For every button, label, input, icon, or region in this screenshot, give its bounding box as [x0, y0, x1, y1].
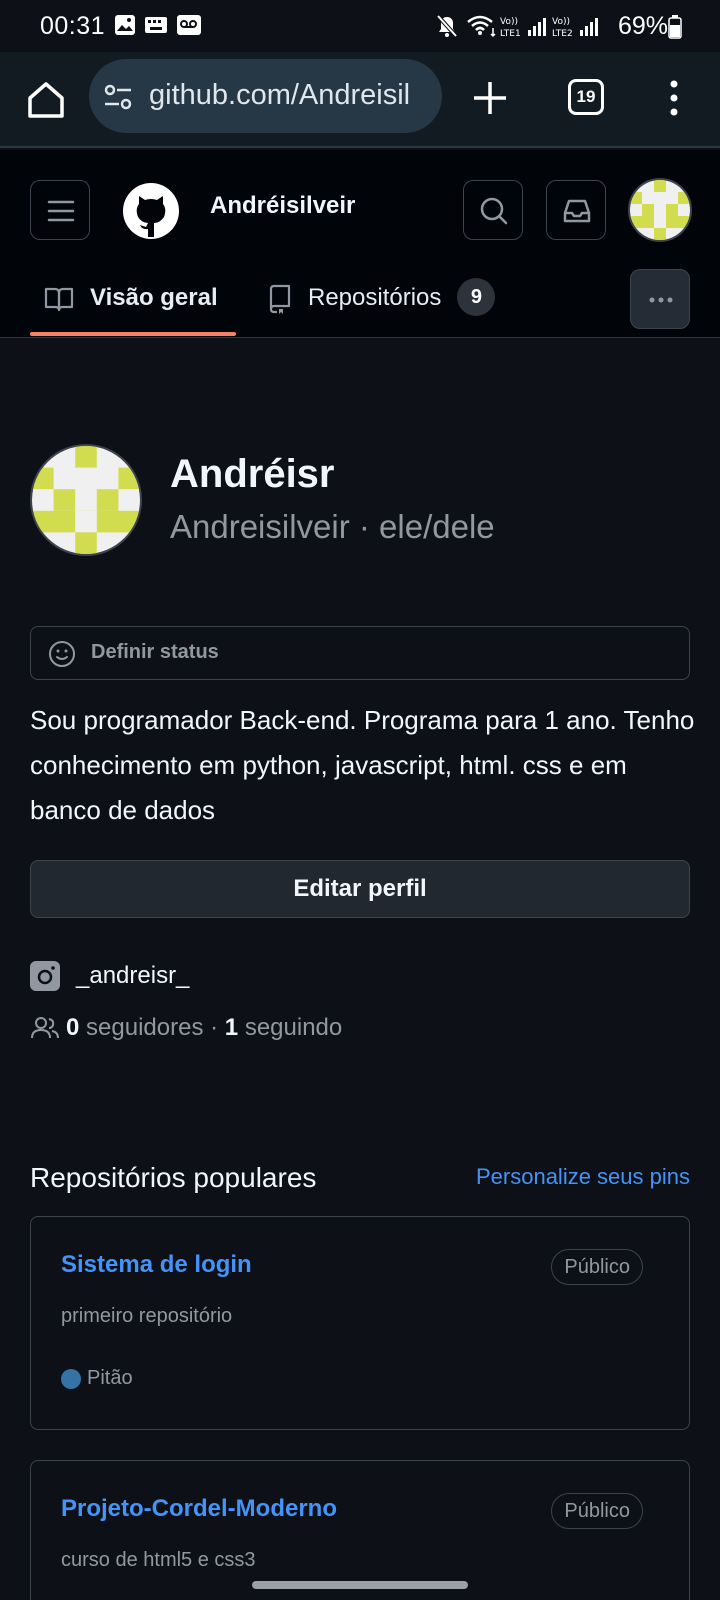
repo-name-link[interactable]: Projeto-Cordel-Moderno — [61, 1495, 337, 1523]
more-tabs-button[interactable] — [630, 269, 690, 329]
site-settings-icon[interactable] — [103, 82, 133, 112]
nav-menu-button[interactable] — [30, 180, 90, 240]
repo-name-link[interactable]: Sistema de login — [61, 1251, 252, 1279]
set-status-button[interactable]: Definir status — [30, 626, 690, 680]
edit-profile-button[interactable]: Editar perfil — [30, 860, 690, 918]
popular-repos-heading: Repositórios populares — [30, 1162, 317, 1193]
svg-text:Vo)): Vo)) — [500, 17, 518, 27]
new-tab-icon[interactable] — [470, 78, 510, 118]
profile-login-pronouns: Andreisilveir · ele/dele — [170, 508, 495, 545]
instagram-handle[interactable]: _andreisr_ — [76, 962, 189, 990]
repo-description: primeiro repositório — [61, 1305, 233, 1327]
social-account-link[interactable]: _andreisr_ — [30, 960, 189, 992]
header-avatar[interactable] — [628, 178, 692, 242]
search-button[interactable] — [463, 180, 523, 240]
people-icon — [31, 1017, 59, 1039]
followers-count[interactable]: 0 — [66, 1014, 79, 1042]
tab-overview-label: Visão geral — [90, 284, 218, 311]
signal-lte2-icon: Vo)) LTE2 — [552, 17, 598, 39]
language-color-dot — [61, 1368, 81, 1389]
keyboard-icon — [145, 17, 167, 33]
followers-following: 0 seguidores · 1 seguindo — [30, 1012, 342, 1044]
repo-language-label: Pitão — [87, 1367, 133, 1389]
repo-description: curso de html5 e css3 — [61, 1549, 256, 1571]
svg-text:LTE2: LTE2 — [552, 29, 573, 39]
gesture-navigation-bar[interactable] — [252, 1581, 468, 1589]
kebab-horizontal-icon — [649, 297, 673, 303]
browser-toolbar: github.com/Andreisil 19 — [0, 52, 720, 148]
tab-repositories[interactable]: Repositórios 9 — [268, 278, 496, 336]
address-bar[interactable]: github.com/Andreisil — [89, 59, 442, 133]
home-icon[interactable] — [24, 78, 68, 122]
repo-card: Projeto-Cordel-Moderno Público curso de … — [30, 1460, 690, 1600]
mute-icon — [436, 14, 458, 38]
repositories-count-badge: 9 — [457, 278, 496, 316]
gallery-icon — [115, 15, 135, 35]
search-icon — [480, 197, 508, 225]
tab-overview[interactable]: Visão geral — [44, 284, 218, 336]
clock: 00:31 — [40, 12, 106, 40]
tabs-icon[interactable]: 19 — [568, 79, 604, 115]
selected-tab-indicator — [30, 332, 236, 336]
github-logo-icon[interactable] — [122, 182, 180, 240]
identicon-icon — [630, 180, 690, 240]
profile-avatar[interactable] — [30, 444, 142, 556]
repo-language: Pitão — [61, 1367, 133, 1390]
wifi-icon — [467, 15, 496, 38]
customize-pins-link[interactable]: Personalize seus pins — [476, 1164, 690, 1190]
visibility-badge: Público — [551, 1493, 643, 1529]
set-status-label: Definir status — [91, 641, 219, 663]
repo-card: Sistema de login Público primeiro reposi… — [30, 1216, 690, 1430]
battery-icon — [668, 15, 682, 39]
svg-text:Vo)): Vo)) — [552, 17, 570, 27]
inbox-button[interactable] — [546, 180, 606, 240]
smiley-icon — [49, 641, 75, 667]
github-header: Andréisilveir Visão geral Repositórios 9 — [0, 150, 720, 338]
menu-icon[interactable] — [662, 76, 686, 120]
book-icon — [44, 287, 74, 312]
signal-lte1-icon: Vo)) LTE1 — [500, 17, 546, 39]
hamburger-icon — [47, 200, 75, 222]
following-count[interactable]: 1 — [225, 1014, 238, 1042]
tab-repositories-label: Repositórios — [308, 284, 442, 311]
battery-percent: 69% — [617, 12, 668, 40]
header-username[interactable]: Andréisilveir — [210, 192, 355, 220]
url-text[interactable]: github.com/Andreisil — [149, 79, 410, 112]
visibility-badge: Público — [551, 1249, 643, 1285]
profile-bio: Sou programador Back-end. Programa para … — [30, 705, 695, 825]
inbox-icon — [563, 199, 591, 223]
voicemail-icon — [177, 15, 201, 35]
repo-icon — [269, 284, 291, 314]
svg-text:LTE1: LTE1 — [500, 29, 521, 39]
follow-separator: · — [210, 1014, 219, 1041]
identicon-icon — [32, 446, 140, 554]
followers-label[interactable]: seguidores — [86, 1014, 203, 1042]
profile-name: Andréisr — [170, 452, 335, 496]
following-label[interactable]: seguindo — [245, 1014, 342, 1042]
instagram-icon — [30, 961, 60, 991]
status-bar: 00:31 Vo)) LTE1 Vo)) LTE2 69% — [0, 0, 720, 52]
